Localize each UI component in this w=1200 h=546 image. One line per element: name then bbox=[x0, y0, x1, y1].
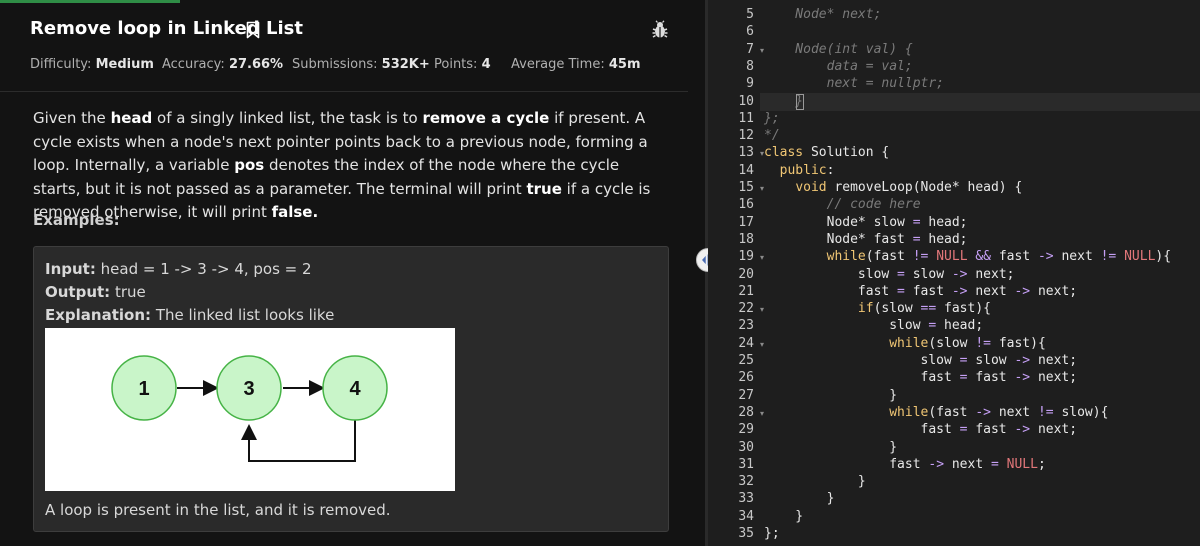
code-line[interactable]: }; bbox=[764, 526, 780, 541]
bug-icon[interactable] bbox=[650, 20, 670, 40]
linked-list-diagram: 1 3 4 bbox=[45, 328, 455, 491]
code-line[interactable]: } bbox=[764, 491, 835, 506]
code-line[interactable]: class Solution { bbox=[764, 145, 889, 160]
line-number: 17 bbox=[738, 214, 754, 230]
code-line[interactable]: }; bbox=[764, 111, 780, 126]
code-line[interactable]: fast -> next = NULL; bbox=[764, 457, 1046, 472]
line-number: 8 bbox=[746, 58, 754, 74]
line-number: 15 bbox=[738, 180, 754, 195]
code-line[interactable]: Node* fast = head; bbox=[764, 232, 968, 247]
line-number: 6 bbox=[746, 24, 754, 40]
line-number: 25 bbox=[738, 353, 754, 368]
code-line[interactable]: void removeLoop(Node* head) { bbox=[764, 180, 1022, 195]
bookmark-icon[interactable] bbox=[246, 21, 260, 39]
example-footer: A loop is present in the list, and it is… bbox=[45, 501, 391, 519]
code-line[interactable]: Node* next; bbox=[764, 7, 881, 22]
line-number: 19 bbox=[738, 249, 754, 265]
problem-panel: Remove loop in Linked List Difficulty: M… bbox=[0, 0, 688, 546]
line-number: 5 bbox=[746, 7, 754, 22]
line-number: 29 bbox=[738, 422, 754, 438]
line-number: 26 bbox=[738, 370, 754, 386]
code-line[interactable]: public: bbox=[764, 163, 835, 178]
node-3: 3 bbox=[216, 355, 282, 421]
code-line[interactable]: slow = slow -> next; bbox=[764, 267, 1015, 282]
line-number: 34 bbox=[738, 508, 754, 524]
line-number-gutter: 5 6 7 ▾ 8 9 10 11 12 13 ▾ 14 15 ▾ 16 17 18 19 ▾ 20 21 22 ▾ 23 24… bbox=[708, 0, 764, 546]
code-line[interactable]: while(slow != fast){ bbox=[764, 336, 1046, 351]
line-number: 16 bbox=[738, 197, 754, 213]
line-number: 24 bbox=[738, 335, 754, 351]
edge-4-3-loop bbox=[241, 420, 356, 462]
meta-average-time: Average Time: 45m bbox=[511, 57, 641, 72]
example-output: Output: true bbox=[45, 283, 146, 301]
line-number: 28 bbox=[738, 404, 754, 420]
line-number: 27 bbox=[738, 387, 754, 403]
code-line[interactable]: fast = fast -> next; bbox=[764, 370, 1078, 385]
line-number: 22 bbox=[738, 301, 754, 317]
meta-submissions: Submissions: 532K+ bbox=[292, 57, 430, 72]
code-line[interactable]: next = nullptr; bbox=[764, 76, 944, 91]
code-line[interactable]: // code here bbox=[764, 197, 921, 212]
text-cursor bbox=[796, 94, 804, 110]
code-line[interactable]: Node(int val) { bbox=[764, 42, 912, 57]
example-input: Input: head = 1 -> 3 -> 4, pos = 2 bbox=[45, 260, 312, 278]
code-line[interactable]: while(fast != NULL && fast -> next != NU… bbox=[764, 249, 1171, 264]
code-line[interactable]: data = val; bbox=[764, 59, 913, 74]
code-line[interactable]: } bbox=[764, 474, 866, 489]
line-number: 12 bbox=[738, 128, 754, 144]
line-number: 30 bbox=[738, 439, 754, 455]
node-4: 4 bbox=[322, 355, 388, 421]
code-line[interactable]: */ bbox=[764, 128, 780, 143]
problem-title: Remove loop in Linked List bbox=[30, 18, 303, 39]
line-number: 33 bbox=[738, 491, 754, 507]
line-number: 23 bbox=[738, 318, 754, 334]
code-line[interactable]: fast = fast -> next; bbox=[764, 422, 1078, 437]
line-number: 13 bbox=[738, 145, 754, 161]
divider bbox=[0, 91, 688, 92]
line-number: 11 bbox=[738, 110, 754, 126]
meta-accuracy: Accuracy: 27.66% bbox=[162, 57, 284, 72]
code-line[interactable]: } bbox=[764, 440, 897, 455]
problem-description: Given the head of a singly linked list, … bbox=[33, 109, 651, 221]
example-explanation: Explanation: The linked list looks like bbox=[45, 306, 335, 324]
svg-text:3: 3 bbox=[243, 378, 254, 400]
meta-difficulty: Difficulty: Medium bbox=[30, 57, 154, 72]
code-line[interactable]: } bbox=[764, 509, 803, 524]
code-line[interactable]: Node* slow = head; bbox=[764, 215, 968, 230]
meta-points: Points: 4 bbox=[434, 57, 491, 72]
line-number: 9 bbox=[746, 76, 754, 92]
line-number: 31 bbox=[738, 456, 754, 472]
svg-text:4: 4 bbox=[349, 378, 361, 400]
panel-splitter[interactable] bbox=[688, 0, 705, 546]
line-number: 32 bbox=[738, 474, 754, 490]
line-number: 14 bbox=[738, 162, 754, 178]
code-line[interactable]: } bbox=[764, 388, 897, 403]
code-line[interactable]: slow = head; bbox=[764, 318, 983, 333]
line-number: 18 bbox=[738, 231, 754, 247]
code-line[interactable]: fast = fast -> next -> next; bbox=[764, 284, 1077, 299]
code-line[interactable]: slow = slow -> next; bbox=[764, 353, 1078, 368]
code-editor[interactable]: 5 6 7 ▾ 8 9 10 11 12 13 ▾ 14 15 ▾ 16 17 18 19 ▾ 20 21 22 ▾ 23 24… bbox=[708, 0, 1200, 546]
line-number: 10 bbox=[738, 93, 754, 109]
svg-text:1: 1 bbox=[138, 378, 149, 400]
node-1: 1 bbox=[111, 355, 177, 421]
line-number: 21 bbox=[738, 283, 754, 299]
active-tab-indicator bbox=[0, 0, 180, 3]
examples-heading: Examples: bbox=[33, 211, 120, 229]
code-line[interactable]: while(fast -> next != slow){ bbox=[764, 405, 1108, 420]
line-number: 20 bbox=[738, 266, 754, 282]
line-number: 7 bbox=[746, 41, 754, 57]
example-box: Input: head = 1 -> 3 -> 4, pos = 2 Outpu… bbox=[33, 246, 669, 532]
code-line[interactable]: if(slow == fast){ bbox=[764, 301, 991, 316]
line-number: 35 bbox=[738, 526, 754, 541]
